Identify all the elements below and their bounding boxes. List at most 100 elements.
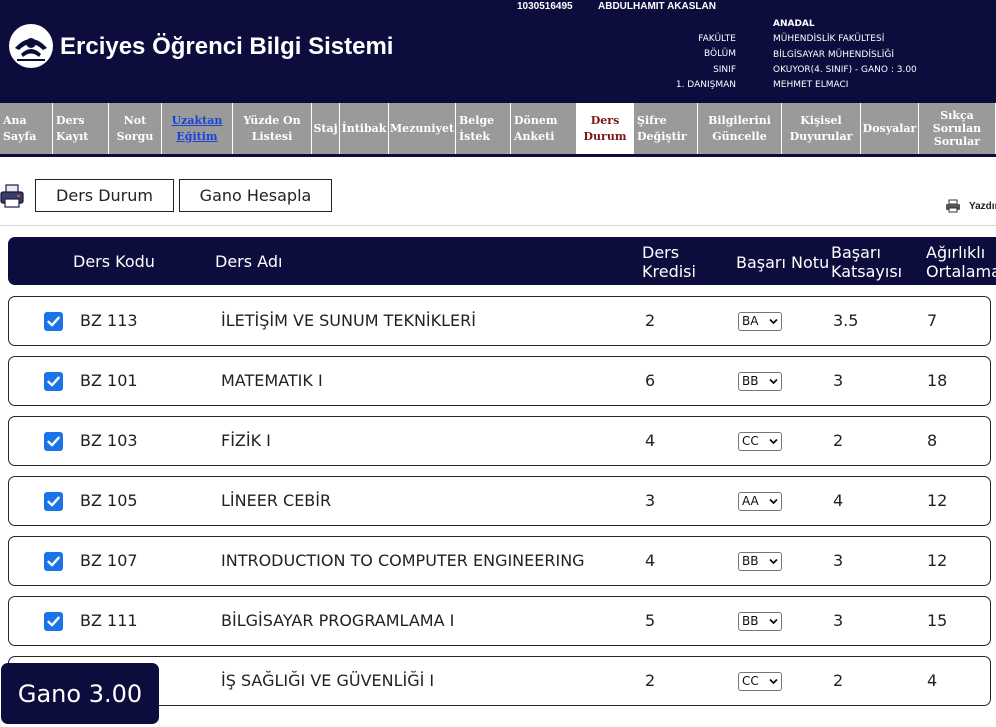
col-basari-katsayisi: Başarı Katsayısı: [831, 243, 903, 281]
grade-coefficient: 2: [833, 431, 844, 450]
department-value: BİLGİSAYAR MÜHENDİSLİĞİ: [773, 49, 895, 60]
course-name: BİLGİSAYAR PROGRAMLAMA I: [221, 611, 455, 630]
table-row: BZ 103 FİZİK I 4 CC 2 8: [8, 416, 991, 466]
course-credit: 6: [645, 371, 656, 390]
nav-ders-durum[interactable]: Ders Durum: [577, 103, 634, 154]
course-code: BZ 111: [80, 611, 138, 630]
nav-sikca-sorulan-sorular[interactable]: Sıkça Sorulan Sorular: [919, 103, 996, 154]
print-icon: [946, 199, 960, 213]
nav-dosyalar[interactable]: Dosyalar: [861, 103, 919, 154]
nav-uzaktan-egitim[interactable]: Uzaktan Eğitim: [162, 103, 233, 154]
ders-durum-button[interactable]: Ders Durum: [35, 179, 174, 212]
grade-select[interactable]: BB: [738, 612, 782, 631]
course-credit: 3: [645, 491, 656, 510]
weighted-average: 18: [927, 371, 948, 390]
print-link[interactable]: Yazdır: [945, 199, 996, 213]
col-basari-notu: Başarı Notu: [736, 253, 830, 272]
nav-sifre-degistir[interactable]: Şifre Değiştir: [634, 103, 698, 154]
weighted-average: 7: [927, 311, 938, 330]
course-credit: 4: [645, 431, 656, 450]
grade-coefficient: 2: [833, 671, 844, 690]
chevron-down-icon: [769, 318, 778, 325]
grade-coefficient: 3: [833, 371, 844, 390]
nav-mezuniyet[interactable]: Mezuniyet: [389, 103, 456, 154]
university-logo: [9, 24, 53, 68]
course-checkbox[interactable]: [44, 612, 63, 631]
course-name: LİNEER CEBİR: [221, 491, 332, 510]
grade-coefficient: 3.5: [833, 311, 859, 330]
print-label[interactable]: Yazdır: [969, 201, 996, 212]
table-row: BZ 113 İLETİŞİM VE SUNUM TEKNİKLERİ 2 BA 3.5…: [8, 296, 991, 346]
grade-value: BA: [742, 314, 759, 328]
grade-value: BB: [742, 614, 759, 628]
printer-icon[interactable]: [0, 183, 24, 209]
course-code: BZ 101: [80, 371, 138, 390]
nav-intibak[interactable]: İntibak: [340, 103, 389, 154]
gano-badge: Gano 3.00: [1, 663, 159, 724]
nav-kisisel-duyurular[interactable]: Kişisel Duyurular: [782, 103, 861, 154]
class-label: SINIF: [713, 64, 736, 75]
grade-select[interactable]: BA: [738, 312, 782, 331]
grade-select[interactable]: BB: [738, 552, 782, 571]
grade-select[interactable]: CC: [738, 432, 782, 451]
faculty-value: MÜHENDİSLİK FAKÜLTESİ: [773, 34, 885, 45]
col-ders-adi: Ders Adı: [215, 252, 283, 271]
chevron-down-icon: [769, 378, 778, 385]
grade-select[interactable]: BB: [738, 372, 782, 391]
grade-select[interactable]: CC: [738, 672, 782, 691]
course-checkbox[interactable]: [44, 372, 63, 391]
course-checkbox[interactable]: [44, 552, 63, 571]
grade-select[interactable]: AA: [738, 492, 782, 511]
student-info-labels: FAKÜLTE BÖLÜM SINIF 1. DANIŞMAN: [650, 32, 736, 93]
grade-value: AA: [742, 494, 759, 508]
nav-staj[interactable]: Staj: [312, 103, 340, 154]
nav-yuzde-on-listesi[interactable]: Yüzde On Listesi: [233, 103, 312, 154]
nav-ders-kayit[interactable]: Ders Kayıt: [53, 103, 109, 154]
table-row: BZ 105 LİNEER CEBİR 3 AA 4 12: [8, 476, 991, 526]
nav-donem-anketi[interactable]: Dönem Anketi: [511, 103, 577, 154]
student-info-values: ANADAL MÜHENDİSLİK FAKÜLTESİ BİLGİSAYAR …: [773, 17, 917, 93]
weighted-average: 12: [927, 491, 948, 510]
chevron-down-icon: [769, 498, 778, 505]
course-checkbox[interactable]: [44, 312, 63, 331]
table-header: Ders Kodu Ders Adı Ders Kredisi Başarı No…: [8, 237, 996, 285]
nav-not-sorgu[interactable]: Not Sorgu: [109, 103, 162, 154]
col-agirlikli-ortalama: Ağırlıklı Ortalama: [926, 243, 996, 281]
program-value: ANADAL: [773, 19, 815, 29]
grade-value: CC: [742, 674, 759, 688]
main-nav: Ana Sayfa Ders Kayıt Not Sorgu Uzaktan Eğiti…: [0, 103, 996, 157]
col-ders-kredisi: Ders Kredisi: [642, 243, 696, 281]
course-checkbox[interactable]: [44, 432, 63, 451]
nav-bilgilerini-guncelle[interactable]: Bilgilerini Güncelle: [698, 103, 782, 154]
course-credit: 2: [645, 671, 656, 690]
course-name: İŞ SAĞLIĞI VE GÜVENLİĞİ I: [221, 671, 435, 690]
course-name: MATEMATIK I: [221, 371, 323, 390]
table-row: BZ 101 MATEMATIK I 6 BB 3 18: [8, 356, 991, 406]
course-name: İLETİŞİM VE SUNUM TEKNİKLERİ: [221, 311, 476, 330]
chevron-down-icon: [769, 558, 778, 565]
department-label: BÖLÜM: [703, 49, 736, 60]
advisor-label: 1. DANIŞMAN: [675, 79, 736, 90]
grade-value: BB: [742, 554, 759, 568]
class-status-value: OKUYOR(4. SINIF) - GANO : 3.00: [773, 64, 917, 75]
nav-ana-sayfa[interactable]: Ana Sayfa: [0, 103, 53, 154]
grade-coefficient: 3: [833, 611, 844, 630]
course-credit: 2: [645, 311, 656, 330]
weighted-average: 15: [927, 611, 948, 630]
nav-belge-istek[interactable]: Belge İstek: [456, 103, 511, 154]
grade-coefficient: 4: [833, 491, 844, 510]
app-title: Erciyes Öğrenci Bilgi Sistemi: [60, 33, 394, 60]
grade-value: CC: [742, 434, 759, 448]
grade-coefficient: 3: [833, 551, 844, 570]
gano-hesapla-button[interactable]: Gano Hesapla: [179, 179, 332, 212]
course-credit: 4: [645, 551, 656, 570]
course-code: BZ 107: [80, 551, 138, 570]
table-row: BZ 111 BİLGİSAYAR PROGRAMLAMA I 5 BB 3 15: [8, 596, 991, 646]
header: Erciyes Öğrenci Bilgi Sistemi 1030516495…: [0, 0, 996, 103]
course-code: BZ 113: [80, 311, 138, 330]
course-name: INTRODUCTION TO COMPUTER ENGINEERING: [221, 551, 585, 570]
course-credit: 5: [645, 611, 656, 630]
weighted-average: 8: [927, 431, 938, 450]
course-checkbox[interactable]: [44, 492, 63, 511]
student-name: ABDULHAMIT AKASLAN: [598, 1, 716, 12]
